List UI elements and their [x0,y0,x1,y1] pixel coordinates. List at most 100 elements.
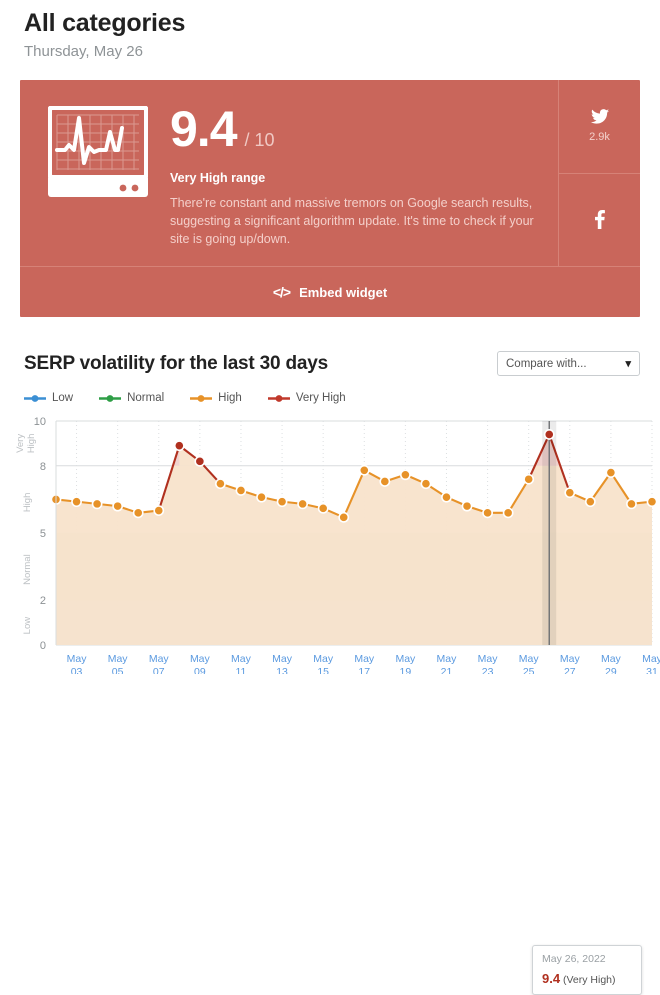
data-point [584,496,596,508]
band-axis-label: High [22,493,33,513]
data-point [215,478,226,490]
band-axis-label: Low [22,617,33,635]
legend-marker-normal-icon [99,394,122,402]
data-point [646,496,658,508]
x-tick-label: May [519,653,540,665]
x-tick-label: May [395,653,416,665]
data-point [338,511,350,523]
band-axis-label: High [26,434,37,454]
data-point [461,500,473,512]
data-point [523,473,535,485]
legend-label-normal: Normal [127,392,165,404]
band-axis-label: Very [15,434,26,453]
x-tick-label: 25 [523,666,535,674]
score-column: 9.4 / 10 Very High range There're consta… [170,102,538,248]
y-tick-label: 5 [40,528,46,540]
x-tick-label: May [601,653,622,665]
x-tick-label: 21 [441,666,453,674]
legend-item-normal[interactable]: Normal [99,392,164,404]
data-point [358,464,370,476]
social-share-column: 2.9k [558,80,640,266]
x-tick-label: May [560,653,581,665]
range-label: Very High range [170,171,266,185]
legend-item-very-high[interactable]: Very High [267,392,346,404]
x-tick-label: 23 [482,666,494,674]
x-tick-label: 15 [317,666,329,674]
x-tick-label: May [354,653,375,665]
x-tick-label: 13 [276,666,288,674]
data-point [71,496,82,508]
x-tick-label: May [149,653,170,665]
card-main: 9.4 / 10 Very High range There're consta… [20,80,558,266]
serp-volatility-chart[interactable]: 025810Very HighHighNormalLowMay03May05May… [0,414,660,674]
data-point [626,498,637,510]
x-tick-label: May [313,653,334,665]
data-point [276,496,288,508]
x-tick-label: May [437,653,458,665]
facebook-share-button[interactable] [559,172,640,267]
data-point [420,478,432,490]
score-line: 9.4 / 10 [170,104,538,154]
data-point [605,467,617,478]
x-tick-label: 05 [112,666,124,674]
data-point [379,476,391,487]
data-point [173,440,185,452]
compare-with-value: Compare with... [506,357,587,370]
score-max: / 10 [244,130,275,150]
x-tick-label: 27 [564,666,576,674]
tooltip-range: (Very High) [563,974,616,986]
data-point [441,491,452,503]
data-point [132,507,144,519]
x-tick-label: May [231,653,252,665]
legend-item-low[interactable]: Low [24,392,73,404]
band-axis-label: Normal [22,554,33,585]
x-tick-label: May [478,653,499,665]
data-point [482,507,493,519]
chart-legend: Low Normal High Very High [24,392,660,404]
data-point [235,485,247,496]
card-top: 9.4 / 10 Very High range There're consta… [20,80,640,266]
legend-label-low: Low [52,392,74,404]
chart-header: SERP volatility for the last 30 days Com… [24,351,640,376]
volatility-card: 9.4 / 10 Very High range There're consta… [20,80,640,317]
x-tick-label: 11 [236,666,247,674]
y-tick-label: 10 [34,416,46,428]
range-description: There're constant and massive tremors on… [170,196,534,246]
data-point [317,502,329,514]
monitor-pulse-icon [48,106,148,197]
tooltip-date: May 26, 2022 [542,953,606,965]
embed-widget-label: Embed widget [299,284,388,300]
chevron-down-icon: ▾ [625,358,631,370]
data-point [91,498,103,510]
tooltip-value: 9.4 (Very High) [542,971,632,986]
twitter-icon [590,109,609,124]
data-point [543,429,555,440]
facebook-icon [594,210,605,230]
legend-marker-high-icon [190,394,213,402]
x-tick-label: 17 [358,666,370,674]
legend-label-very-high: Very High [295,392,346,404]
twitter-share-button[interactable]: 2.9k [559,80,640,173]
compare-with-dropdown[interactable]: Compare with... ▾ [497,351,640,376]
page-title: All categories [24,9,186,37]
legend-label-high: High [218,392,242,404]
embed-widget-button[interactable]: </> Embed widget [20,266,640,317]
legend-marker-low-icon [24,394,46,402]
chart-plot-area: 0 2 5 8 10 Very High High Normal Low May 03 May 05 May… [0,414,660,995]
legend-marker-very-high-icon [267,394,290,402]
x-tick-label: May [642,653,660,665]
x-tick-label: 09 [194,666,206,674]
page-header: All categories Thursday, May 26 [0,0,660,60]
x-tick-label: May [67,653,88,665]
data-point [297,498,309,510]
x-tick-label: 29 [605,666,617,674]
twitter-share-count: 2.9k [589,131,610,144]
y-tick-label: 8 [40,461,46,473]
legend-item-high[interactable]: High [190,392,242,404]
y-tick-label: 2 [40,595,46,607]
data-point [112,500,124,512]
data-point [256,491,267,503]
y-tick-label: 0 [40,640,46,652]
data-point [153,505,165,516]
code-brackets-icon: </> [272,284,291,300]
